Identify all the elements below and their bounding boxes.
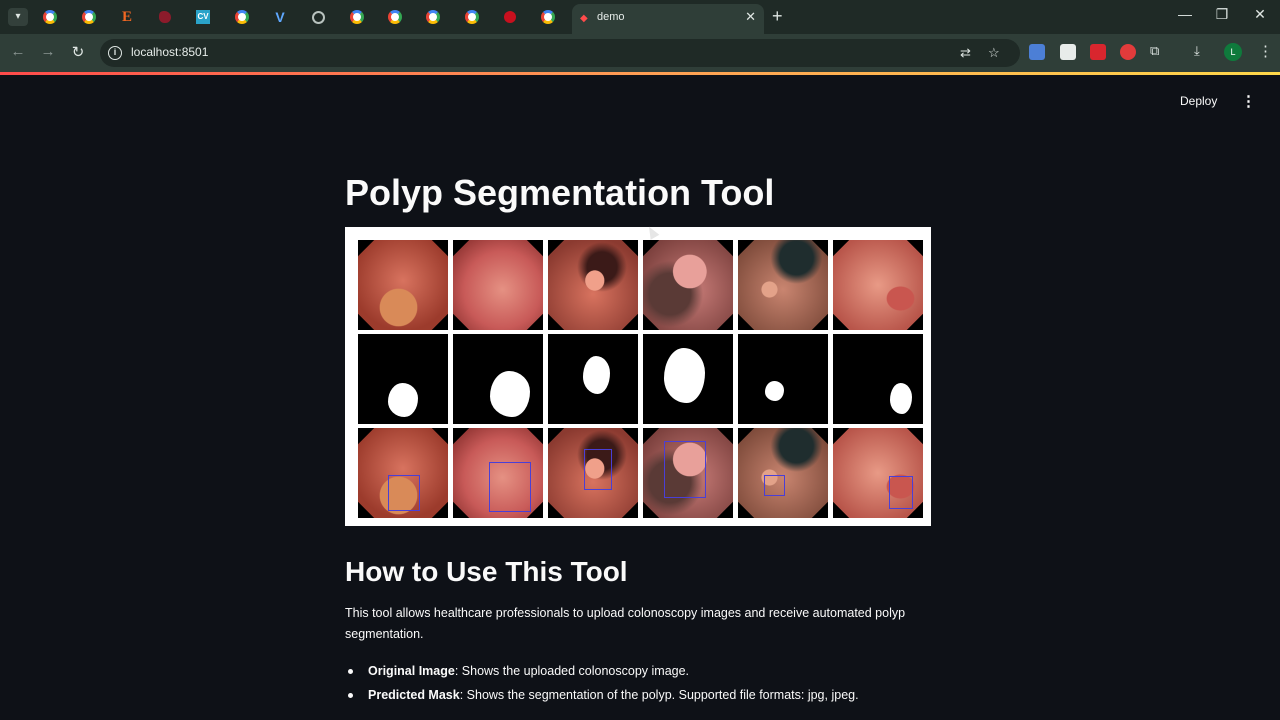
original-image (833, 240, 923, 330)
list-item: Original Image: Shows the uploaded colon… (345, 659, 935, 683)
red-circle-icon (504, 11, 516, 23)
bounding-box (388, 475, 420, 511)
globe-icon (311, 10, 325, 24)
record-extension-icon[interactable] (1120, 44, 1136, 60)
intro-paragraph: This tool allows healthcare professional… (345, 606, 906, 641)
document-extension-icon[interactable] (1060, 44, 1076, 60)
active-tab-title: demo (597, 11, 625, 23)
cv-icon: CV (196, 10, 210, 24)
main-menu-icon[interactable]: ⋮ (1241, 92, 1256, 110)
tab-search-button[interactable]: ▾ (8, 8, 28, 26)
pinned-tab-e[interactable]: E (117, 7, 137, 27)
pinned-tab-red[interactable] (500, 7, 520, 27)
browser-menu-icon[interactable]: ⋮ (1258, 42, 1273, 60)
page-title: Polyp Segmentation Tool (345, 172, 775, 213)
pinned-tab-google[interactable] (79, 7, 99, 27)
original-image (453, 240, 543, 330)
page-loading-accent-bar (0, 72, 1280, 75)
pinned-tab-v[interactable]: V (270, 7, 290, 27)
site-info-icon[interactable]: i (108, 46, 122, 60)
new-tab-icon[interactable]: + (772, 6, 783, 27)
original-image (548, 240, 638, 330)
active-tab[interactable]: ◆ demo ✕ (572, 4, 764, 34)
profile-avatar[interactable]: L (1224, 43, 1242, 61)
list-item-term: Original Image (368, 664, 455, 678)
extensions-puzzle-icon[interactable]: ⧉ (1150, 43, 1159, 59)
original-image (643, 240, 733, 330)
bookmark-star-icon[interactable]: ☆ (988, 45, 1000, 61)
list-item-text: : Shows the segmentation of the polyp. S… (459, 688, 859, 702)
predicted-mask (643, 334, 733, 424)
original-image (738, 240, 828, 330)
predicted-mask (358, 334, 448, 424)
predicted-mask (453, 334, 543, 424)
predicted-mask (548, 334, 638, 424)
pdf-extension-icon[interactable] (1090, 44, 1106, 60)
pinned-tab-bird[interactable] (155, 7, 175, 27)
pinned-tab-google[interactable] (462, 7, 482, 27)
google-icon (465, 10, 479, 24)
restore-icon[interactable]: ❐ (1207, 6, 1237, 23)
streamlit-icon: ◆ (580, 13, 588, 24)
bounding-box (889, 476, 913, 509)
browser-toolbar: ← → ↻ i localhost:8501 ⇄ ☆ ⧉ ⤓ L ⋮ (0, 34, 1280, 72)
close-tab-icon[interactable]: ✕ (745, 9, 756, 25)
pinned-tab-google[interactable] (538, 7, 558, 27)
minimize-icon[interactable]: — (1170, 6, 1200, 22)
downloads-icon[interactable]: ⤓ (1194, 43, 1200, 59)
pinned-tab-google[interactable] (232, 7, 252, 27)
pinned-tab-google[interactable] (347, 7, 367, 27)
howto-heading: How to Use This Tool (345, 556, 628, 587)
v-icon: V (275, 9, 285, 25)
deploy-button[interactable]: Deploy (1180, 94, 1217, 108)
example-results-image (345, 227, 931, 526)
google-icon (43, 10, 57, 24)
original-image (358, 240, 448, 330)
address-bar[interactable]: i localhost:8501 ⇄ ☆ (100, 39, 1020, 67)
e-icon: E (121, 8, 132, 25)
feature-list: Original Image: Shows the uploaded colon… (345, 659, 935, 707)
google-icon (350, 10, 364, 24)
google-icon (426, 10, 440, 24)
google-icon (388, 10, 402, 24)
google-icon (82, 10, 96, 24)
translate-extension-icon[interactable] (1029, 44, 1045, 60)
red-bird-icon (159, 11, 171, 23)
overlay-image (738, 428, 828, 518)
predicted-mask (738, 334, 828, 424)
overlay-image (643, 428, 733, 518)
pinned-tab-google[interactable] (385, 7, 405, 27)
back-icon[interactable]: ← (8, 43, 28, 60)
url-text: localhost:8501 (131, 45, 209, 59)
pinned-tab-globe[interactable] (308, 7, 328, 27)
list-item-term: Predicted Mask (368, 688, 460, 702)
bounding-box (664, 441, 706, 498)
list-item-text: : Shows the uploaded colonoscopy image. (454, 664, 690, 678)
predicted-mask (833, 334, 923, 424)
list-item: Predicted Mask: Shows the segmentation o… (345, 683, 935, 707)
overlay-image (453, 428, 543, 518)
pinned-tab-cv[interactable]: CV (193, 7, 213, 27)
pinned-tab-google[interactable] (423, 7, 443, 27)
reload-icon[interactable]: ↻ (68, 43, 88, 61)
bounding-box (489, 462, 531, 512)
google-icon (235, 10, 249, 24)
overlay-image (358, 428, 448, 518)
bounding-box (584, 449, 612, 490)
translate-icon[interactable]: ⇄ (960, 45, 971, 61)
overlay-image (548, 428, 638, 518)
overlay-image (833, 428, 923, 518)
bounding-box (764, 475, 785, 496)
pinned-tab-google[interactable] (40, 7, 60, 27)
browser-tab-strip: ▾ E CV V ◆ demo ✕ + — ❐ ✕ (0, 0, 1280, 34)
forward-icon[interactable]: → (38, 43, 58, 60)
close-window-icon[interactable]: ✕ (1245, 6, 1275, 23)
google-icon (541, 10, 555, 24)
